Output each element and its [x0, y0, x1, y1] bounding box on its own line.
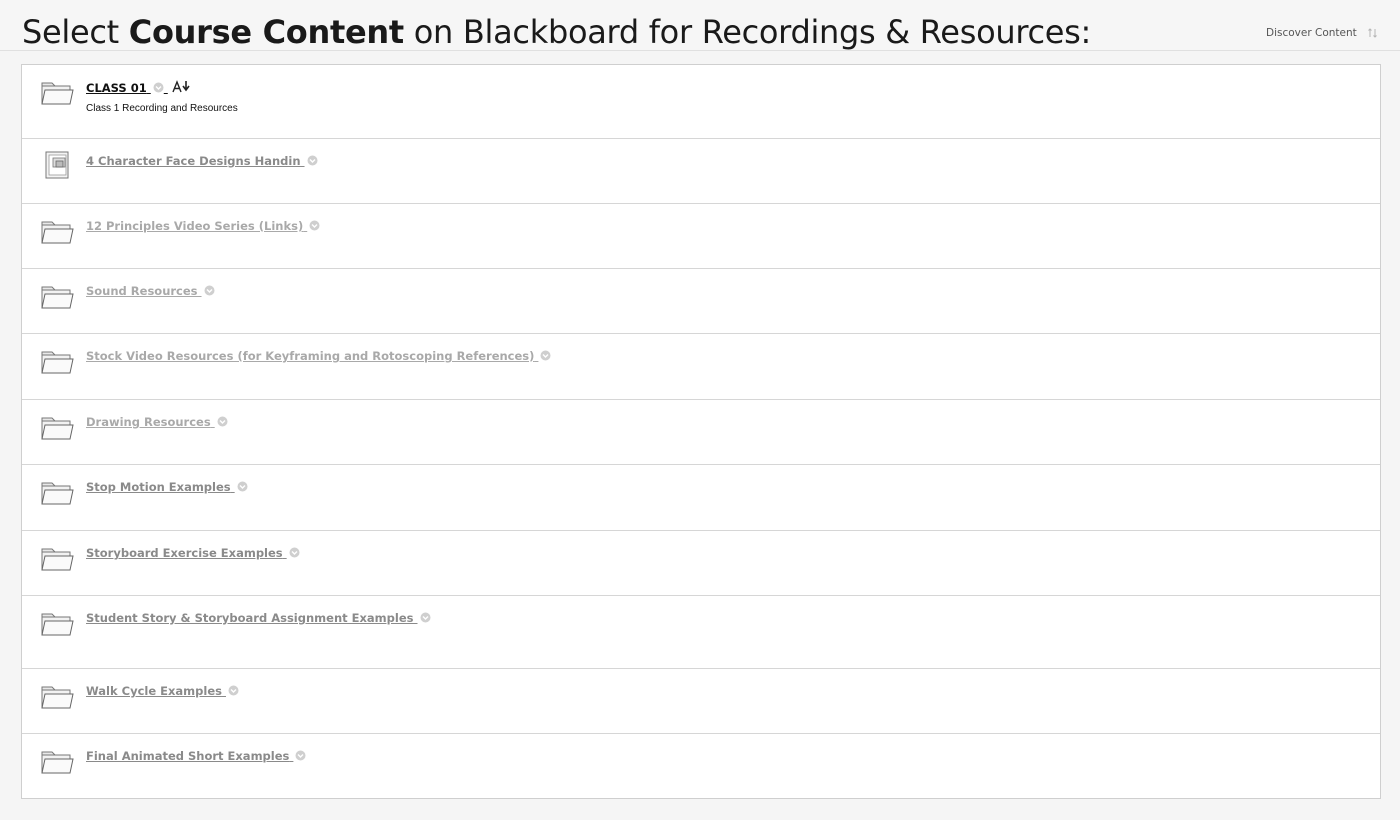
item-title-row: Student Story & Storyboard Assignment Ex… — [86, 611, 431, 625]
item-title-link[interactable]: 4 Character Face Designs Handin — [86, 154, 301, 168]
folder-icon — [41, 482, 74, 505]
item-title-link[interactable]: Walk Cycle Examples — [86, 684, 222, 698]
item-title-link[interactable]: CLASS 01 — [86, 81, 147, 95]
item-title-row: CLASS 01 — [86, 80, 192, 95]
item-title-link[interactable]: 12 Principles Video Series (Links) — [86, 219, 303, 233]
content-item-storyboard-exercise: Storyboard Exercise Examples — [22, 531, 1380, 596]
item-description: Class 1 Recording and Resources — [86, 103, 238, 114]
item-title-row: Sound Resources — [86, 284, 215, 298]
item-title-link[interactable]: Stock Video Resources (for Keyframing an… — [86, 349, 534, 363]
content-item-student-story: Student Story & Storyboard Assignment Ex… — [22, 596, 1380, 669]
item-title-link[interactable]: Drawing Resources — [86, 415, 211, 429]
content-item-stop-motion: Stop Motion Examples — [22, 465, 1380, 531]
item-title-link[interactable]: Stop Motion Examples — [86, 480, 231, 494]
item-title-row: Stop Motion Examples — [86, 480, 248, 494]
chevron-down-icon[interactable] — [289, 547, 300, 558]
title-prefix: Select — [22, 13, 129, 51]
item-title-row: Final Animated Short Examples — [86, 749, 306, 763]
folder-icon — [41, 751, 74, 774]
title-bold: Course Content — [128, 13, 404, 51]
content-item-drawing-resources: Drawing Resources — [22, 400, 1380, 465]
assignment-icon — [45, 151, 69, 179]
chevron-down-icon[interactable] — [295, 750, 306, 761]
content-item-sound-resources: Sound Resources — [22, 269, 1380, 334]
item-title-row: Drawing Resources — [86, 415, 228, 429]
chevron-down-icon[interactable] — [307, 155, 318, 166]
item-title-row: Walk Cycle Examples — [86, 684, 239, 698]
chevron-down-icon[interactable] — [309, 220, 320, 231]
content-item-final-animated: Final Animated Short Examples — [22, 734, 1380, 798]
folder-icon — [41, 613, 74, 636]
title-suffix: on Blackboard for Recordings & Resources… — [403, 13, 1092, 51]
folder-icon — [41, 686, 74, 709]
content-list: CLASS 01 Class 1 Recording and Resources… — [21, 64, 1381, 799]
page-title: Select Course Content on Blackboard for … — [22, 12, 1091, 52]
item-title-link[interactable]: Storyboard Exercise Examples — [86, 546, 283, 560]
chevron-down-icon[interactable] — [420, 612, 431, 623]
content-item-class-01: CLASS 01 Class 1 Recording and Resources — [22, 65, 1380, 139]
content-item-face-designs: 4 Character Face Designs Handin — [22, 139, 1380, 204]
folder-icon — [41, 221, 74, 244]
item-title-link[interactable]: Student Story & Storyboard Assignment Ex… — [86, 611, 413, 625]
chevron-down-icon[interactable] — [237, 481, 248, 492]
content-item-12-principles: 12 Principles Video Series (Links) — [22, 204, 1380, 269]
discover-content-link[interactable]: Discover Content — [1266, 27, 1357, 39]
chevron-down-icon[interactable] — [153, 82, 164, 93]
content-item-walk-cycle: Walk Cycle Examples — [22, 669, 1380, 734]
item-title-link[interactable]: Sound Resources — [86, 284, 198, 298]
item-title-link[interactable]: Final Animated Short Examples — [86, 749, 289, 763]
chevron-down-icon[interactable] — [228, 685, 239, 696]
folder-icon — [41, 286, 74, 309]
sort-arrows-icon[interactable] — [1367, 27, 1379, 39]
folder-icon — [41, 82, 74, 105]
item-title-row: Stock Video Resources (for Keyframing an… — [86, 349, 551, 363]
folder-icon — [41, 351, 74, 374]
chevron-down-icon[interactable] — [204, 285, 215, 296]
folder-icon — [41, 417, 74, 440]
page-header: Select Course Content on Blackboard for … — [0, 0, 1400, 51]
chevron-down-icon[interactable] — [217, 416, 228, 427]
item-title-row: 12 Principles Video Series (Links) — [86, 219, 320, 233]
content-item-stock-video: Stock Video Resources (for Keyframing an… — [22, 334, 1380, 400]
item-title-row: Storyboard Exercise Examples — [86, 546, 300, 560]
adaptive-release-icon — [172, 80, 190, 93]
folder-icon — [41, 548, 74, 571]
item-title-row: 4 Character Face Designs Handin — [86, 154, 318, 168]
chevron-down-icon[interactable] — [540, 350, 551, 361]
